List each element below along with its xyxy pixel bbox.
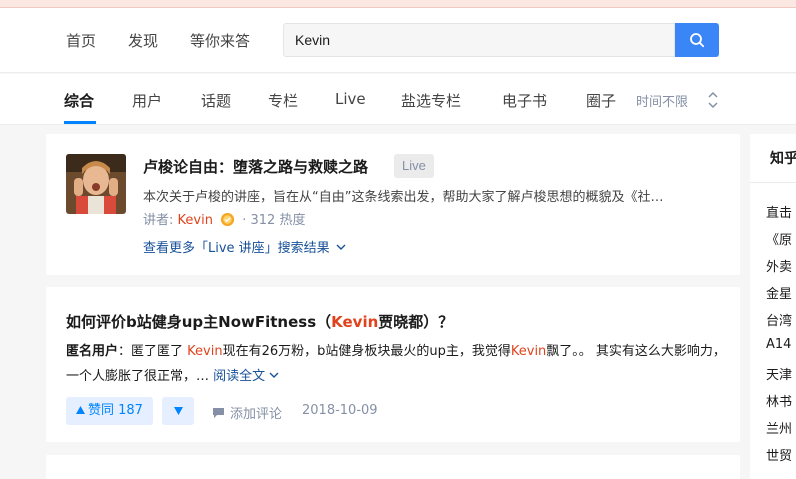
live-description: 本次关于卢梭的讲座，旨在从“自由”这条线索出发，帮助大家了解卢梭思想的概貌及《社… bbox=[143, 190, 664, 205]
next-result-card bbox=[46, 455, 740, 479]
chevron-down-icon bbox=[336, 244, 346, 250]
upvote-button[interactable]: 赞同 187 bbox=[66, 397, 153, 425]
live-meta: 讲者: Kevin · 312 热度 bbox=[143, 209, 305, 228]
tab-topics[interactable]: 话题 bbox=[201, 90, 231, 111]
sidebar-item[interactable]: A14 bbox=[766, 337, 791, 352]
search-button[interactable] bbox=[675, 23, 719, 57]
comment-icon bbox=[213, 408, 224, 418]
tab-circles[interactable]: 圈子 bbox=[586, 90, 616, 111]
answer-excerpt[interactable]: 匿名用户：匿了匿了 Kevin现在有26万粉，b站健身板块最火的up主，我觉得K… bbox=[66, 339, 726, 389]
answer-date: 2018-10-09 bbox=[302, 403, 378, 418]
tab-users[interactable]: 用户 bbox=[132, 90, 162, 111]
upvote-label: 赞同 187 bbox=[88, 403, 143, 418]
answer-highlight-2: Kevin bbox=[510, 344, 547, 359]
chevron-down-icon bbox=[269, 372, 279, 378]
add-comment-label: 添加评论 bbox=[230, 407, 283, 422]
active-tab-indicator bbox=[64, 121, 96, 124]
question-title-part2: 贾晓都）？ bbox=[378, 313, 454, 331]
question-title-highlight: Kevin bbox=[331, 313, 379, 331]
live-result-card: 卢梭论自由：堕落之路与救赎之路 Live 本次关于卢梭的讲座，旨在从“自由”这条… bbox=[46, 134, 740, 275]
speaker-name[interactable]: Kevin bbox=[178, 213, 213, 228]
more-live-results-link[interactable]: 查看更多「Live 讲座」搜索结果 bbox=[143, 237, 346, 256]
answer-highlight-1: Kevin bbox=[187, 344, 223, 359]
top-header: 首页 发现 等你来答 bbox=[0, 8, 796, 73]
answer-text-a: ：匿了匿了 bbox=[118, 344, 188, 359]
browser-top-strip bbox=[0, 0, 796, 8]
question-title-part1: 如何评价b站健身up主NowFitness（ bbox=[66, 313, 332, 331]
read-more-link[interactable]: 阅读全文 bbox=[213, 369, 279, 384]
tab-salt-columns[interactable]: 盐选专栏 bbox=[401, 90, 461, 111]
live-thumbnail-image bbox=[66, 154, 126, 214]
sidebar-item[interactable]: 《原 bbox=[766, 229, 792, 248]
read-more-label: 阅读全文 bbox=[213, 369, 266, 384]
add-comment-button[interactable]: 添加评论 bbox=[212, 403, 282, 422]
sidebar-item[interactable]: 林书 bbox=[766, 391, 792, 410]
more-live-results-label: 查看更多「Live 讲座」搜索结果 bbox=[143, 241, 330, 256]
search-tab-bar: 综合 用户 话题 专栏 Live 盐选专栏 电子书 圈子 时间不限 bbox=[0, 74, 796, 125]
sidebar-hot-list: 知乎 直击 《原 外卖 金星 台湾 A14 天津 林书 兰州 世贸 bbox=[750, 134, 796, 479]
sidebar-item[interactable]: 台湾 bbox=[766, 310, 792, 329]
triangle-up-icon bbox=[76, 406, 85, 414]
tab-all[interactable]: 综合 bbox=[64, 90, 94, 111]
live-thumbnail[interactable] bbox=[66, 154, 126, 214]
sidebar-item[interactable]: 直击 bbox=[766, 202, 792, 221]
sidebar-item[interactable]: 金星 bbox=[766, 283, 792, 302]
tab-columns[interactable]: 专栏 bbox=[268, 90, 298, 111]
sidebar-item[interactable]: 外卖 bbox=[766, 256, 792, 275]
answer-author: 匿名用户 bbox=[66, 344, 119, 359]
sidebar-divider bbox=[750, 182, 796, 183]
question-result-card: 如何评价b站健身up主NowFitness（Kevin贾晓都）？ 匿名用户：匿了… bbox=[46, 287, 740, 442]
sidebar-item[interactable]: 世贸 bbox=[766, 445, 792, 464]
verified-badge-icon bbox=[221, 212, 235, 227]
live-badge: Live bbox=[394, 154, 434, 178]
live-heat: · 312 热度 bbox=[242, 213, 306, 228]
sidebar-item[interactable]: 天津 bbox=[766, 364, 792, 383]
sidebar-title: 知乎 bbox=[770, 151, 796, 167]
nav-waiting-answers[interactable]: 等你来答 bbox=[190, 30, 250, 51]
time-filter-select[interactable]: 时间不限 bbox=[636, 91, 688, 110]
answer-text-b: 现在有26万粉，b站健身板块最火的up主，我觉得 bbox=[222, 344, 511, 359]
nav-home[interactable]: 首页 bbox=[66, 30, 96, 51]
chevron-up-down-icon[interactable] bbox=[706, 89, 720, 111]
tab-live[interactable]: Live bbox=[335, 90, 366, 108]
live-title[interactable]: 卢梭论自由：堕落之路与救赎之路 bbox=[143, 156, 368, 177]
speaker-label: 讲者: bbox=[143, 213, 174, 228]
sidebar-item[interactable]: 兰州 bbox=[766, 418, 792, 437]
triangle-down-icon bbox=[173, 407, 183, 415]
nav-discover[interactable]: 发现 bbox=[128, 30, 158, 51]
question-title[interactable]: 如何评价b站健身up主NowFitness（Kevin贾晓都）？ bbox=[66, 311, 453, 332]
tab-ebooks[interactable]: 电子书 bbox=[502, 90, 547, 111]
search-icon bbox=[690, 33, 705, 48]
search-input[interactable] bbox=[283, 23, 675, 57]
downvote-button[interactable] bbox=[162, 397, 194, 425]
